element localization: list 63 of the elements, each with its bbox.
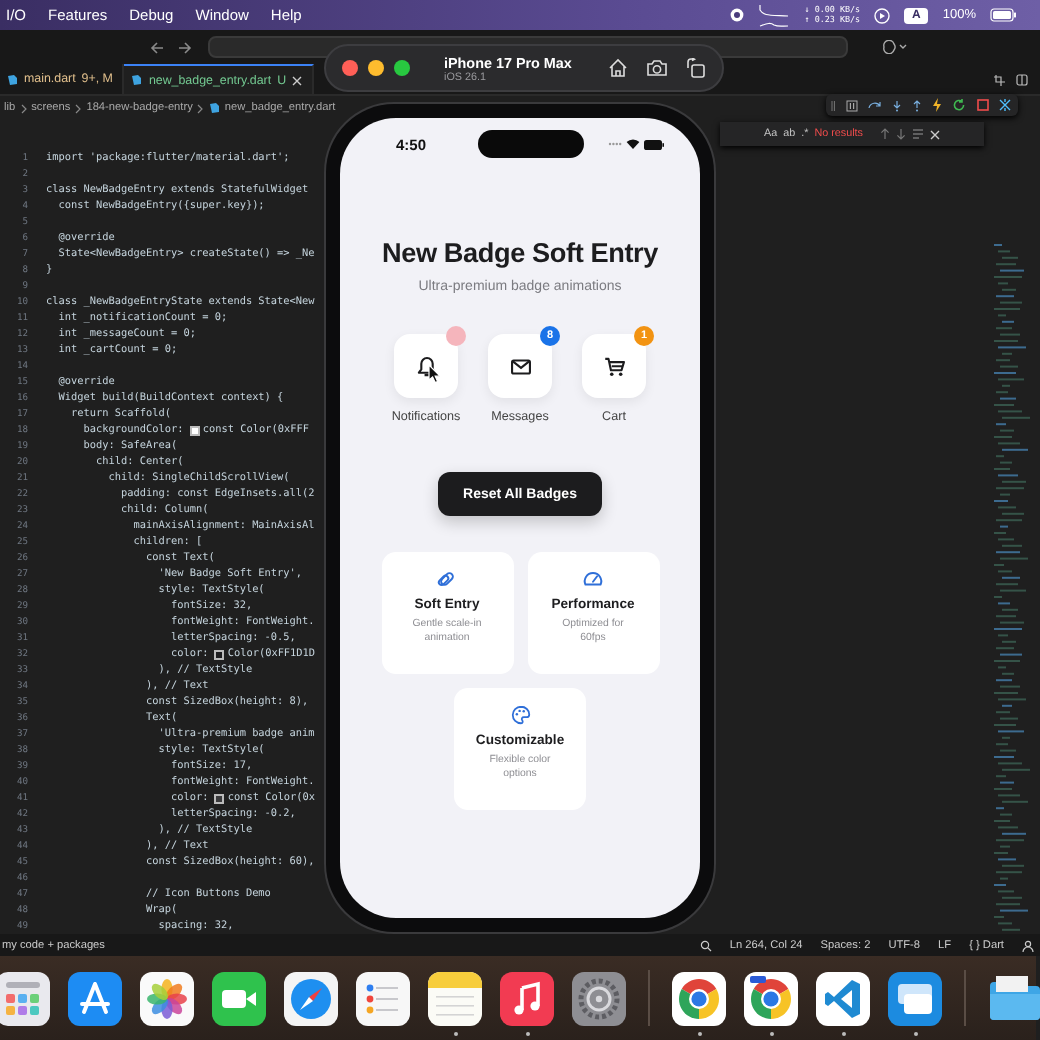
forward-icon[interactable] <box>178 41 192 53</box>
close-icon[interactable] <box>292 75 303 85</box>
notes-icon[interactable] <box>428 971 482 1025</box>
step-out-icon[interactable] <box>911 99 922 111</box>
close-icon[interactable] <box>930 129 941 139</box>
split-editor-icon[interactable] <box>994 73 1006 85</box>
browser-icon[interactable] <box>672 971 726 1025</box>
browser-icon[interactable] <box>744 971 798 1025</box>
compass-icon[interactable] <box>284 971 338 1025</box>
music-note-icon[interactable] <box>500 971 554 1025</box>
app-grid-icon[interactable] <box>0 971 50 1025</box>
camera-icon[interactable] <box>646 58 668 78</box>
restart-icon[interactable] <box>951 98 966 112</box>
dart-file-icon <box>130 74 143 86</box>
back-icon[interactable] <box>150 41 164 53</box>
window-app-icon[interactable] <box>888 971 942 1025</box>
photos-icon[interactable] <box>140 971 194 1025</box>
icon-button[interactable] <box>488 334 552 398</box>
battery-icon <box>644 139 664 149</box>
step-over-icon[interactable] <box>868 99 883 111</box>
dynamic-island <box>477 130 583 158</box>
bell-icon <box>413 353 439 379</box>
step-into-icon[interactable] <box>892 99 903 111</box>
zoom-icon[interactable] <box>699 939 712 951</box>
chevron-icon <box>19 103 28 113</box>
close-window-icon[interactable] <box>342 60 358 76</box>
settings-icon[interactable] <box>572 971 626 1025</box>
arrow-down-icon[interactable] <box>896 128 907 140</box>
pause-icon[interactable] <box>846 99 859 111</box>
home-icon[interactable] <box>608 58 628 78</box>
capsules-icon <box>436 568 458 590</box>
play-icon[interactable] <box>874 7 891 23</box>
envelope-icon <box>507 353 533 379</box>
page-title: New Badge Soft Entry <box>382 238 658 268</box>
devtools-icon[interactable] <box>998 98 1013 112</box>
account-icon[interactable] <box>1022 939 1034 951</box>
video-camera-icon[interactable] <box>212 971 266 1025</box>
layout-icon[interactable] <box>1016 73 1028 85</box>
wifi-icon <box>626 138 640 150</box>
arrow-up-icon[interactable] <box>880 128 891 140</box>
minimize-window-icon[interactable] <box>368 60 384 76</box>
cart-icon <box>601 353 627 379</box>
maximize-window-icon[interactable] <box>394 60 410 76</box>
lightning-icon[interactable] <box>931 98 942 112</box>
battery-icon[interactable] <box>990 8 1016 22</box>
speedometer-icon <box>582 568 604 590</box>
rotate-icon[interactable] <box>686 58 706 78</box>
code-editor-icon[interactable] <box>816 971 870 1025</box>
checklist-icon[interactable] <box>356 971 410 1025</box>
icon-button[interactable] <box>394 334 458 398</box>
folder-icon[interactable] <box>988 971 1040 1025</box>
grip-icon[interactable] <box>830 99 837 111</box>
palette-icon <box>509 704 531 726</box>
network-graph-icon[interactable] <box>758 3 791 27</box>
app-store-icon[interactable] <box>68 971 122 1025</box>
dart-file-icon <box>6 73 18 85</box>
dart-file-icon <box>208 102 221 114</box>
chevron-icon <box>74 103 83 113</box>
chevron-icon <box>196 103 205 113</box>
icon-button[interactable] <box>582 334 646 398</box>
selection-icon[interactable] <box>912 128 925 140</box>
record-icon[interactable] <box>730 8 745 22</box>
stop-icon[interactable] <box>975 98 990 112</box>
